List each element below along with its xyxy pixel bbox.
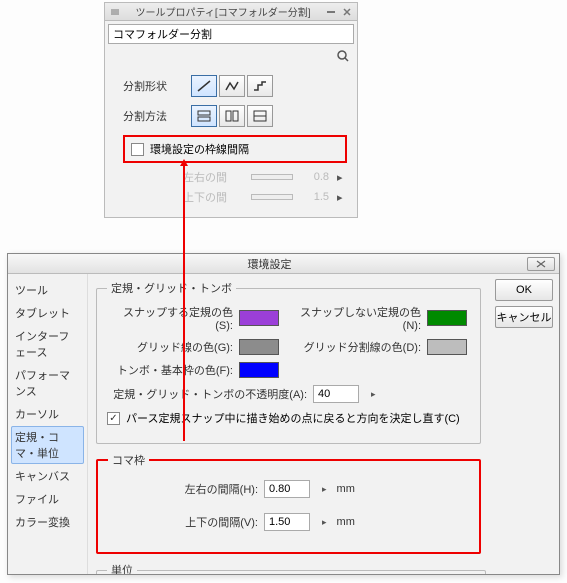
sidebar-item-tool[interactable]: ツール xyxy=(11,279,84,301)
perse-ruler-label: パース定規スナップ中に描き始めの点に戻ると方向を決定し直す(C) xyxy=(126,410,460,426)
sidebar-item-file[interactable]: ファイル xyxy=(11,488,84,510)
lr-gap-arrow-icon[interactable]: ▸ xyxy=(337,171,347,184)
split-method-label: 分割方法 xyxy=(123,108,181,124)
sidebar-item-ruler-frame-unit[interactable]: 定規・コマ・単位 xyxy=(11,426,84,464)
frame-lr-arrow-icon[interactable]: ▸ xyxy=(322,484,327,495)
callout-line xyxy=(183,164,185,441)
snap-color-label: スナップする定規の色(S): xyxy=(107,304,233,332)
panel-close-icon[interactable] xyxy=(340,5,354,19)
frame-tb-input[interactable]: 1.50 xyxy=(264,513,310,531)
ruler-grid-crop-group: 定規・グリッド・トンボ スナップする定規の色(S): スナップしない定規の色(N… xyxy=(96,280,481,444)
panel-menu-icon[interactable] xyxy=(108,5,122,19)
tb-gap-value: 1.5 xyxy=(301,191,329,203)
magnify-icon[interactable] xyxy=(336,49,350,63)
frame-lr-input[interactable]: 0.80 xyxy=(264,480,310,498)
shape-polyline-button[interactable] xyxy=(219,75,245,97)
sidebar-item-cursor[interactable]: カーソル xyxy=(11,403,84,425)
grid-color-swatch[interactable] xyxy=(239,339,279,355)
ok-button[interactable]: OK xyxy=(495,279,553,301)
opacity-arrow-icon[interactable]: ▸ xyxy=(371,389,376,400)
env-spacing-label: 環境設定の枠線間隔 xyxy=(150,141,249,157)
grid-color-label: グリッド線の色(G): xyxy=(107,339,233,355)
opacity-input[interactable]: 40 xyxy=(313,385,359,403)
shape-step-button[interactable] xyxy=(247,75,273,97)
ruler-group-legend: 定規・グリッド・トンボ xyxy=(107,280,236,296)
lr-gap-value: 0.8 xyxy=(301,171,329,183)
frame-tb-arrow-icon[interactable]: ▸ xyxy=(322,517,327,528)
sidebar-item-canvas[interactable]: キャンバス xyxy=(11,465,84,487)
frame-lr-unit: mm xyxy=(337,483,355,495)
frame-group-legend: コマ枠 xyxy=(108,452,149,468)
crop-color-swatch[interactable] xyxy=(239,362,279,378)
tool-property-panel: ツールプロパティ[コマフォルダー分割] 分割形状 分割方法 xyxy=(104,2,358,218)
tb-gap-label: 上下の間 xyxy=(183,189,243,205)
method-2-button[interactable] xyxy=(219,105,245,127)
tool-property-titlebar: ツールプロパティ[コマフォルダー分割] xyxy=(105,3,357,21)
frame-tb-label: 上下の間隔(V): xyxy=(178,514,258,530)
cancel-button[interactable]: キャンセル xyxy=(495,306,553,328)
tool-property-title: ツールプロパティ[コマフォルダー分割] xyxy=(123,4,323,19)
category-sidebar: ツール タブレット インターフェース パフォーマンス カーソル 定規・コマ・単位… xyxy=(8,274,88,574)
method-3-button[interactable] xyxy=(247,105,273,127)
unit-group-legend: 単位 xyxy=(107,562,137,574)
dialog-titlebar: 環境設定 xyxy=(8,254,559,274)
dialog-title: 環境設定 xyxy=(12,256,527,272)
lr-gap-slider[interactable] xyxy=(251,174,293,180)
env-checkbox-highlight: 環境設定の枠線間隔 xyxy=(123,135,347,163)
griddiv-color-swatch[interactable] xyxy=(427,339,467,355)
nosnap-color-swatch[interactable] xyxy=(427,310,467,326)
shape-straight-button[interactable] xyxy=(191,75,217,97)
sidebar-item-color-conv[interactable]: カラー変換 xyxy=(11,511,84,533)
lr-gap-label: 左右の間 xyxy=(183,169,243,185)
dialog-close-button[interactable] xyxy=(527,257,555,271)
sidebar-item-performance[interactable]: パフォーマンス xyxy=(11,364,84,402)
tb-gap-slider[interactable] xyxy=(251,194,293,200)
frame-lr-label: 左右の間隔(H): xyxy=(178,481,258,497)
unit-group: 単位 長さの単位(U): mm▼ テキストの単位(T): pt▼ xyxy=(96,562,486,574)
nosnap-color-label: スナップしない定規の色(N): xyxy=(295,304,421,332)
settings-main: 定規・グリッド・トンボ スナップする定規の色(S): スナップしない定規の色(N… xyxy=(88,274,489,574)
env-settings-dialog: 環境設定 ツール タブレット インターフェース パフォーマンス カーソル 定規・… xyxy=(7,253,560,575)
method-1-button[interactable] xyxy=(191,105,217,127)
crop-color-label: トンボ・基本枠の色(F): xyxy=(107,362,233,378)
griddiv-color-label: グリッド分割線の色(D): xyxy=(295,339,421,355)
perse-ruler-checkbox[interactable]: ✓ xyxy=(107,412,120,425)
panel-collapse-icon[interactable] xyxy=(324,5,338,19)
frame-group: コマ枠 左右の間隔(H): 0.80 ▸ mm 上下の間隔(V): 1.50 ▸… xyxy=(96,452,481,554)
tb-gap-arrow-icon[interactable]: ▸ xyxy=(337,191,347,204)
snap-color-swatch[interactable] xyxy=(239,310,279,326)
tool-preset-name-input[interactable] xyxy=(108,24,354,44)
dialog-buttons: OK キャンセル xyxy=(489,274,559,574)
frame-tb-unit: mm xyxy=(337,516,355,528)
sidebar-item-tablet[interactable]: タブレット xyxy=(11,302,84,324)
tool-property-body: 分割形状 分割方法 環境設定の枠線間隔 左右の間 0.8 ▸ xyxy=(105,69,357,217)
env-spacing-checkbox[interactable] xyxy=(131,143,144,156)
split-shape-label: 分割形状 xyxy=(123,78,181,94)
sidebar-item-interface[interactable]: インターフェース xyxy=(11,325,84,363)
opacity-label: 定規・グリッド・トンボの不透明度(A): xyxy=(107,386,307,402)
